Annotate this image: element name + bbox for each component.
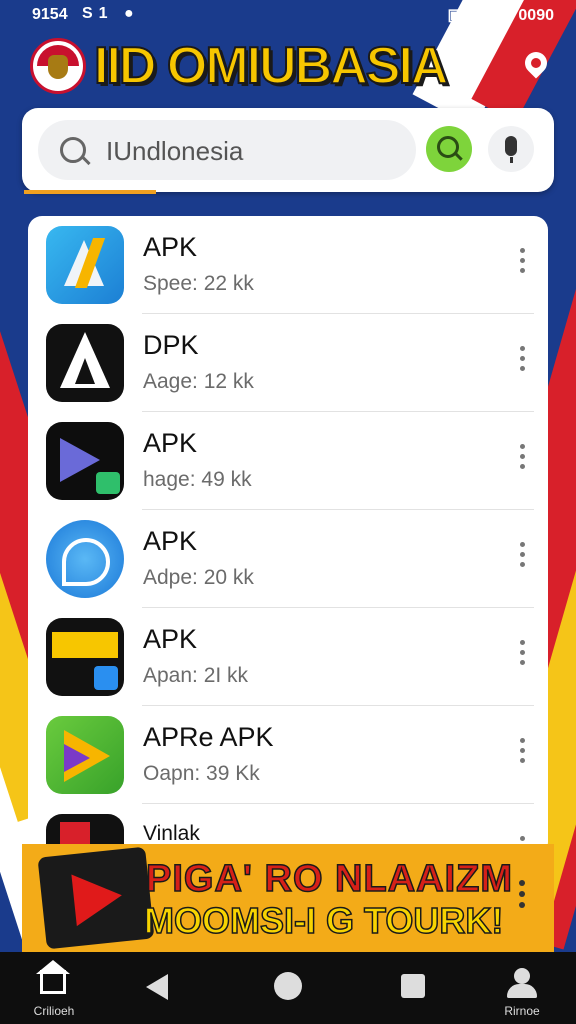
app-list: APK Spee: 22 kk DPK Aage: 12 kk APK hage… [28,216,548,856]
location-pin-icon[interactable] [520,47,552,82]
battery-text: 0090 [518,7,554,24]
garuda-emblem-icon [30,38,86,94]
app-size: hage: 49 kk [143,468,252,491]
list-item[interactable]: APK hage: 49 kk [28,412,548,510]
app-name: APRe APK [143,722,274,752]
app-size: Adpe: 20 kk [143,566,254,589]
search-card [22,108,554,192]
banner-more-icon[interactable] [518,880,526,916]
nav-home-label: Crilioeh [33,1004,75,1018]
app-size: Oapn: 39 Kk [143,762,260,785]
banner-subheadline: MOOMSI-I G TOURK! [143,899,504,942]
more-options-icon[interactable] [518,542,526,572]
status-bar: 9154 S1 ● ▣ ◔ ▮ 0090 [0,0,576,30]
app-name: APK [143,526,198,556]
notification-icon: ▣ [447,7,463,24]
app-name: Vinlak [143,822,200,845]
wifi-icon: ◔ [475,7,485,24]
voice-search-button[interactable] [488,126,534,172]
app-size: Aage: 12 kk [143,370,254,393]
more-options-icon[interactable] [518,346,526,376]
loading-progress [24,190,552,194]
nav-profile-button[interactable]: Rirnoe [494,966,550,1020]
more-options-icon[interactable] [518,738,526,768]
home-circle-button[interactable] [274,972,302,1000]
app-name: APK [143,428,198,458]
app-icon [46,716,124,794]
recents-button[interactable] [401,974,425,998]
more-options-icon[interactable] [518,248,526,278]
app-size: Apan: 2I kk [143,664,249,687]
search-input[interactable] [104,130,408,172]
status-right-icons: ▣ ◔ ▮ 0090 [439,5,554,25]
app-icon [46,520,124,598]
search-button[interactable] [426,126,472,172]
app-name: DPK [143,330,199,360]
app-title: IID OMIUBASIA [93,36,449,96]
profile-icon [514,968,530,984]
list-item[interactable]: APRe APK Oapn: 39 Kk [28,706,548,804]
progress-fill [24,190,156,194]
app-icon [46,422,124,500]
nav-profile-label: Rirnoe [504,1004,540,1018]
app-header: IID OMIUBASIA [0,30,576,102]
app-icon [46,226,124,304]
banner-headline: PIGA' RO NLAAIZM [145,857,514,901]
list-item[interactable]: APK Spee: 22 kk [28,216,548,314]
app-name: APK [143,232,198,262]
more-options-icon[interactable] [518,444,526,474]
promo-banner[interactable]: PIGA' RO NLAAIZM MOOMSI-I G TOURK! [22,844,554,952]
search-icon [60,137,86,163]
list-item[interactable]: APK Adpe: 20 kk [28,510,548,608]
search-go-icon [437,136,459,158]
search-box[interactable] [38,120,416,180]
app-name: APK [143,624,198,654]
list-item[interactable]: APK Apan: 2I kk [28,608,548,706]
status-left-icons: S1 ● [82,5,140,22]
list-item[interactable]: DPK Aage: 12 kk [28,314,548,412]
app-size: Spee: 22 kk [143,272,254,295]
back-button[interactable] [146,974,168,1000]
video-play-icon [37,846,155,950]
signal-icon: ▮ [497,7,506,24]
nav-home-button[interactable]: Crilioeh [26,960,82,1020]
microphone-icon [505,136,517,156]
app-icon [46,618,124,696]
status-time: 9154 [32,6,68,23]
more-options-icon[interactable] [518,640,526,670]
navigation-bar: Crilioeh Rirnoe [0,952,576,1024]
app-icon [46,324,124,402]
